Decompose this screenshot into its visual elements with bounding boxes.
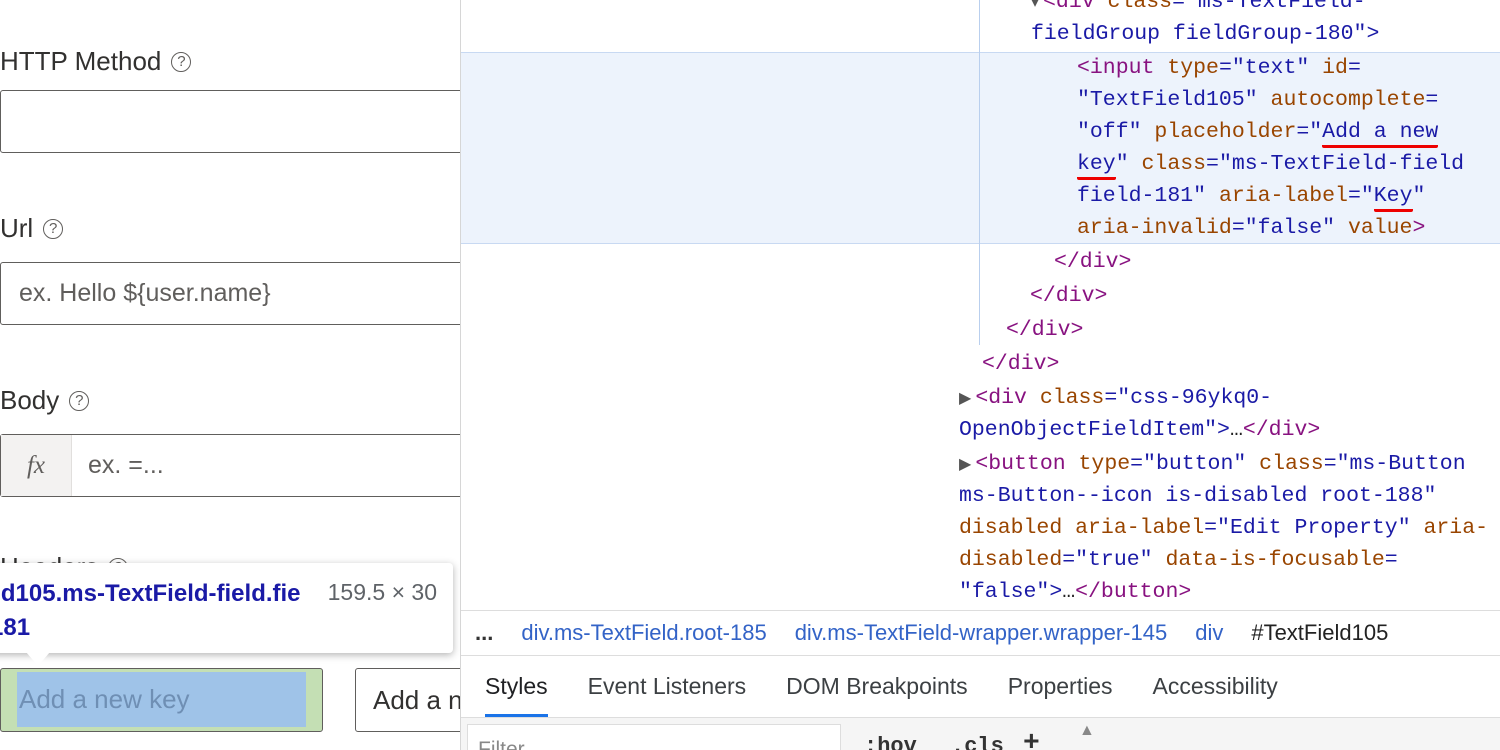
breadcrumb-item[interactable]: div — [1195, 620, 1223, 646]
http-method-field[interactable] — [0, 90, 460, 153]
dom-line[interactable]: </div> — [1006, 314, 1083, 346]
body-label: Body ? — [0, 385, 90, 416]
breadcrumb-item-selected[interactable]: #TextField105 — [1251, 620, 1388, 646]
dom-line-selected[interactable]: <input type="text" id= — [1077, 52, 1361, 84]
new-rule-icon[interactable]: + — [1023, 728, 1040, 750]
breadcrumb: ... div.ms-TextField.root-185 div.ms-Tex… — [461, 610, 1500, 656]
breadcrumb-more-button[interactable]: ... — [475, 620, 493, 646]
expand-triangle-icon[interactable]: ▾ — [1031, 0, 1039, 12]
sidebar-tabs: Styles Event Listeners DOM Breakpoints P… — [461, 656, 1500, 718]
scroll-up-icon[interactable]: ▲ — [1079, 722, 1095, 740]
filter-input[interactable]: Filter — [467, 724, 841, 750]
dom-line[interactable]: disabled aria-label="Edit Property" aria… — [959, 512, 1488, 544]
aria-label-underline: Key — [1373, 184, 1413, 212]
url-placeholder: ex. Hello ${user.name} — [19, 279, 271, 307]
url-label: Url ? — [0, 213, 64, 244]
inspect-tooltip: input#TextField105.ms-TextField-field.fi… — [0, 563, 453, 653]
dom-line[interactable]: </div> — [982, 348, 1059, 380]
ellipsis-icon: … — [1229, 418, 1243, 442]
dom-line[interactable]: ▶ <div class="css-96ykq0- — [959, 382, 1272, 415]
ellipsis-icon: … — [1062, 580, 1076, 604]
expand-triangle-icon[interactable]: ▶ — [959, 456, 971, 474]
elements-tree[interactable]: ▾ <div class="ms-TextField- fieldGroup fi… — [461, 0, 1500, 610]
dom-line[interactable]: </div> — [1054, 246, 1131, 278]
body-placeholder: ex. =... — [88, 451, 164, 479]
breadcrumb-item[interactable]: div.ms-TextField-wrapper.wrapper-145 — [795, 620, 1168, 646]
help-icon[interactable]: ? — [171, 51, 192, 72]
tab-event-listeners[interactable]: Event Listeners — [588, 656, 747, 717]
form-panel: HTTP Method ? Url ? ex. Hello ${user.nam… — [0, 0, 460, 750]
dom-line-selected[interactable]: key" class="ms-TextField-field — [1077, 148, 1464, 180]
dom-line[interactable]: disabled="true" data-is-focusable= — [959, 544, 1398, 576]
hov-button[interactable]: :hov — [864, 734, 917, 750]
tab-properties[interactable]: Properties — [1008, 656, 1113, 717]
dom-line-selected[interactable]: field-181" aria-label="Key" — [1077, 180, 1425, 212]
dom-line[interactable]: fieldGroup fieldGroup-180"> — [1031, 18, 1379, 50]
dom-line[interactable]: OpenObjectFieldItem">…</div> — [959, 414, 1320, 446]
help-icon[interactable]: ? — [43, 218, 64, 239]
body-input[interactable]: fx ex. =... — [0, 434, 460, 497]
dom-line-selected[interactable]: "off" placeholder="Add a new — [1077, 116, 1439, 148]
expand-triangle-icon[interactable]: ▶ — [959, 390, 971, 408]
dom-line[interactable]: ▾ <div class="ms-TextField- — [1031, 0, 1366, 19]
tab-accessibility[interactable]: Accessibility — [1153, 656, 1278, 717]
tooltip-selector: input#TextField105.ms-TextField-field.fi… — [0, 580, 300, 641]
dom-line[interactable]: </div> — [1030, 280, 1107, 312]
devtools-panel: ▾ <div class="ms-TextField- fieldGroup fi… — [460, 0, 1500, 750]
dom-line[interactable]: ▶ <button type="button" class="ms-Button — [959, 448, 1466, 481]
dom-line[interactable]: "false">…</button> — [959, 576, 1191, 608]
http-method-label: HTTP Method ? — [0, 46, 192, 77]
key-input[interactable]: Add a new key — [17, 672, 306, 727]
placeholder-underline: key — [1077, 152, 1116, 180]
key-field-highlight: Add a new key — [0, 668, 323, 732]
tab-dom-breakpoints[interactable]: DOM Breakpoints — [786, 656, 968, 717]
tooltip-dimensions: 159.5 × 30 — [327, 579, 437, 605]
value-input[interactable]: Add a new value — [355, 668, 460, 732]
tooltip-arrow — [26, 652, 50, 666]
placeholder-underline: Add a new — [1322, 120, 1439, 148]
fx-icon: fx — [1, 435, 72, 496]
dom-line[interactable]: ms-Button--icon is-disabled root-188" — [959, 480, 1436, 512]
styles-toolbar: Filter :hov .cls + ▲ — [461, 718, 1500, 750]
indent-guide — [979, 0, 980, 345]
url-input[interactable]: ex. Hello ${user.name} — [0, 262, 460, 325]
breadcrumb-item[interactable]: div.ms-TextField.root-185 — [521, 620, 766, 646]
cls-button[interactable]: .cls — [951, 734, 1004, 750]
dom-line-selected[interactable]: aria-invalid="false" value> — [1077, 212, 1425, 244]
help-icon[interactable]: ? — [69, 390, 90, 411]
tab-styles[interactable]: Styles — [485, 656, 548, 717]
dom-line-selected[interactable]: "TextField105" autocomplete= — [1077, 84, 1438, 116]
